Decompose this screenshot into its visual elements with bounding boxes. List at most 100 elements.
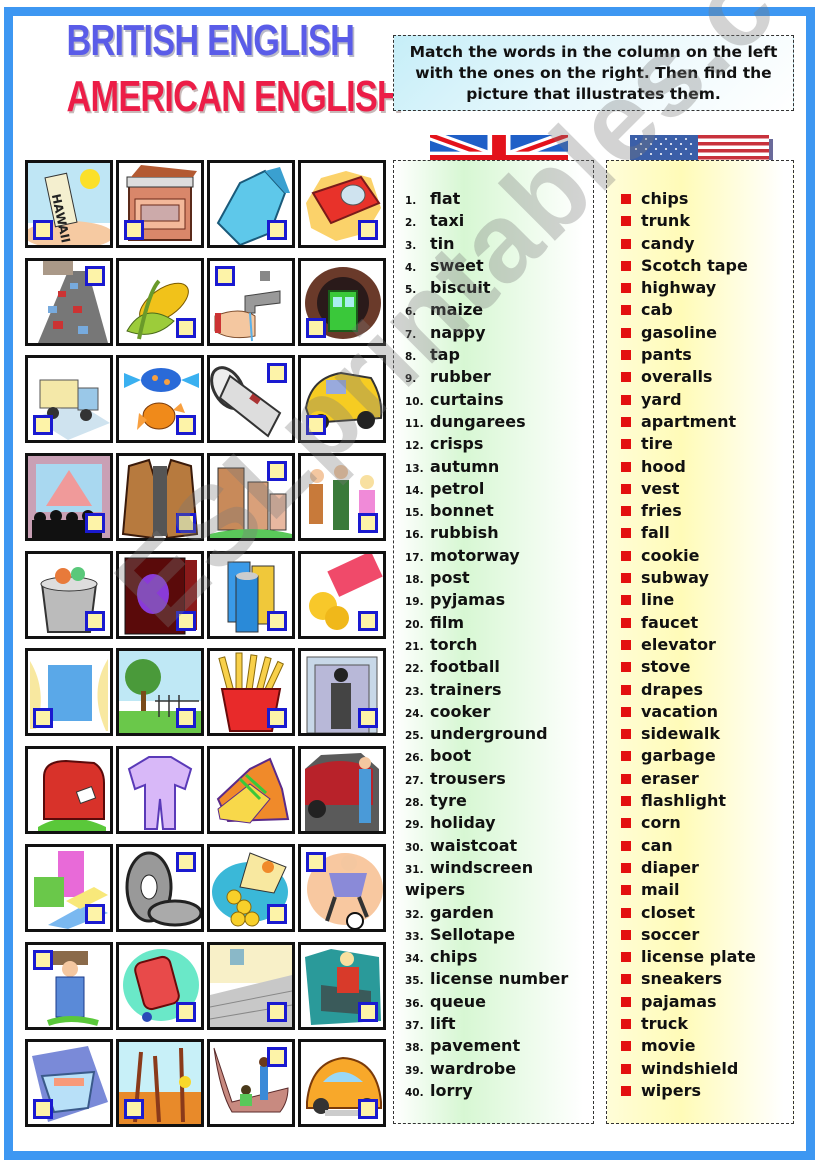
red-square-bullet-icon [621,706,631,717]
can-picture [207,550,295,639]
american-word: license plate [641,947,756,967]
british-word-item: 32. garden [394,902,593,924]
american-word: flashlight [641,791,727,811]
answer-checkbox[interactable] [85,903,105,924]
overalls-picture [25,941,113,1030]
instructions-box: Match the words in the column on the lef… [393,35,794,111]
answer-checkbox[interactable] [33,415,53,436]
answer-checkbox[interactable] [267,461,287,482]
british-word: holiday [430,813,496,833]
eraser-picture [25,843,113,932]
british-word: rubbish [430,523,499,543]
answer-checkbox[interactable] [358,1001,378,1022]
answer-checkbox[interactable] [85,610,105,631]
british-word: torch [430,634,478,654]
british-word: pyjamas [430,590,506,610]
answer-checkbox[interactable] [176,1001,196,1022]
american-word: wipers [641,1080,701,1100]
british-word: waistcoat [430,835,518,855]
answer-checkbox[interactable] [267,1001,287,1022]
british-word: maize [430,300,484,320]
answer-checkbox[interactable] [85,265,105,286]
item-number: 10. [405,395,424,408]
american-word-item: fall [607,522,793,544]
title-american-english: AMERICAN ENGLISH [66,72,402,121]
answer-checkbox[interactable] [85,513,105,534]
item-number: 27. [405,774,424,787]
answer-checkbox[interactable] [176,415,196,436]
american-word-item: pants [607,344,793,366]
answer-checkbox[interactable] [176,851,196,872]
answer-checkbox[interactable] [358,1099,378,1120]
trunk-picture [298,746,386,835]
drapes-picture [25,648,113,737]
answer-checkbox[interactable] [358,610,378,631]
british-word: curtains [430,389,504,409]
american-word: yard [641,389,682,409]
answer-checkbox[interactable] [215,265,235,286]
answer-checkbox[interactable] [267,903,287,924]
answer-checkbox[interactable] [358,513,378,534]
stove-picture [116,160,204,248]
answer-checkbox[interactable] [267,220,287,240]
answer-checkbox[interactable] [124,1099,144,1120]
american-word-item: fries [607,500,793,522]
american-word-item: trunk [607,210,793,232]
american-word-item: movie [607,1035,793,1057]
item-number: 14. [405,484,424,497]
american-word-item: vacation [607,701,793,723]
answer-checkbox[interactable] [33,1099,53,1120]
british-word-item: 30. waistcoat [394,835,593,857]
american-word-item: sneakers [607,968,793,990]
american-word: trunk [641,211,690,231]
american-word-item: cookie [607,545,793,567]
apartment-picture [207,453,295,542]
answer-checkbox[interactable] [267,363,287,384]
red-square-bullet-icon [621,907,631,918]
british-word-item: 6. maize [394,299,593,321]
american-word-item: chips [607,188,793,210]
scotch-tape-picture [298,160,386,248]
british-word: underground [430,724,548,744]
american-word-item: can [607,835,793,857]
answer-checkbox[interactable] [33,220,53,240]
british-word: queue [430,991,486,1011]
answer-checkbox[interactable] [33,949,53,970]
answer-checkbox[interactable] [33,708,53,729]
answer-checkbox[interactable] [267,610,287,631]
american-word: vacation [641,701,719,721]
answer-checkbox[interactable] [306,415,326,436]
answer-checkbox[interactable] [176,708,196,729]
sneakers-clipart-icon [216,757,290,824]
answer-checkbox[interactable] [306,317,326,338]
vest-picture [116,453,204,542]
red-square-bullet-icon [621,305,631,316]
answer-checkbox[interactable] [176,513,196,534]
answer-checkbox[interactable] [124,220,144,240]
flashlight-picture [207,355,295,444]
british-word: crisps [430,434,484,454]
answer-checkbox[interactable] [176,317,196,338]
answer-checkbox[interactable] [176,610,196,631]
british-word: Sellotape [430,924,516,944]
british-word: bonnet [430,501,494,521]
answer-checkbox[interactable] [267,708,287,729]
red-square-bullet-icon [621,528,631,539]
item-number: 6. [405,306,417,319]
american-word-item: garbage [607,745,793,767]
answer-checkbox[interactable] [358,220,378,240]
american-word-item: elevator [607,634,793,656]
british-word: boot [430,746,472,766]
british-word-item: 18. post [394,567,593,589]
mail-clipart-icon [38,760,106,832]
british-word-item: 8. tap [394,344,593,366]
american-word-item: line [607,589,793,611]
answer-checkbox[interactable] [267,1047,287,1068]
british-word: trousers [430,768,506,788]
american-word: subway [641,568,709,588]
item-number: 9. [405,373,417,386]
american-word: cab [641,300,673,320]
answer-checkbox[interactable] [358,708,378,729]
answer-checkbox[interactable] [306,851,326,872]
red-square-bullet-icon [621,773,631,784]
